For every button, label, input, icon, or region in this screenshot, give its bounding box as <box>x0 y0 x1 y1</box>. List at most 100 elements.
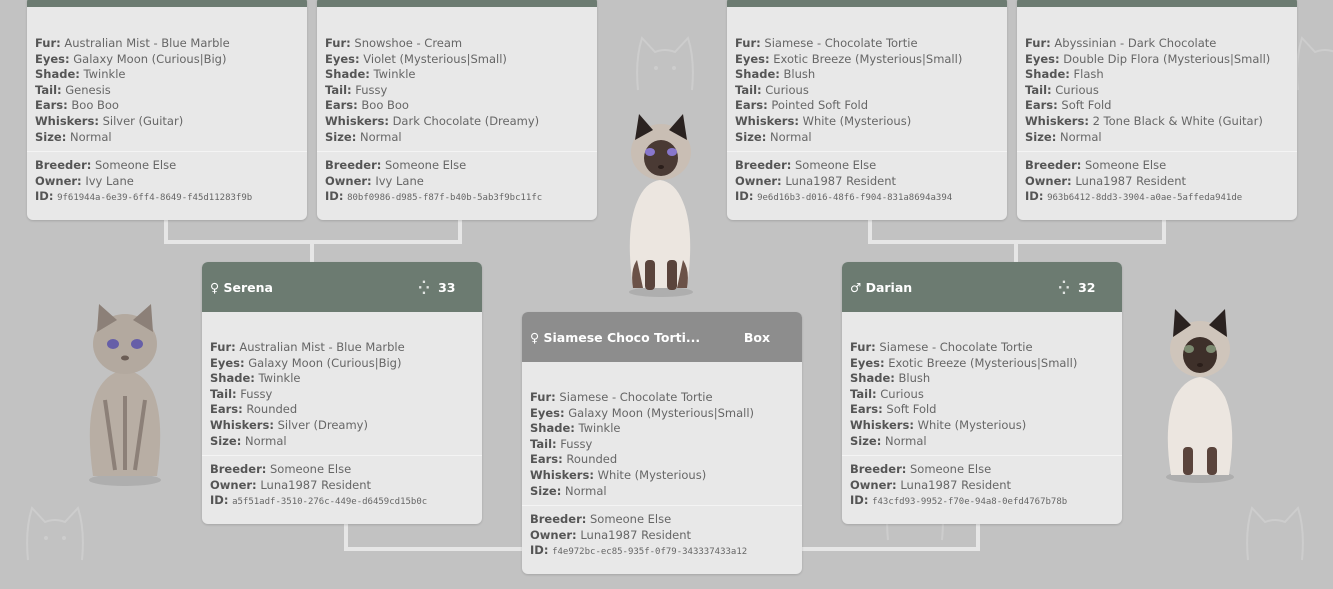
trait-fur: Fur: Siamese - Chocolate Tortie <box>735 36 918 50</box>
breeder: Breeder: Someone Else <box>1025 158 1167 173</box>
card-header[interactable]: ♂ Darian ⁛ 32 <box>842 262 1122 312</box>
trait-eyes: Eyes: Violet (Mysterious|Small) <box>325 51 507 66</box>
owner: Owner: Ivy Lane <box>325 173 424 188</box>
cat-id: ID: a5f51adf-3510-276c-449e-d6459cd15b0c <box>210 493 428 508</box>
traits-section: Fur: Siamese - Chocolate Tortie Eyes: Ga… <box>522 362 802 505</box>
trait-eyes: Eyes: Exotic Breeze (Mysterious|Small) <box>850 355 1078 370</box>
trait-whiskers: Whiskers: Silver (Guitar) <box>35 113 184 128</box>
trait-ears: Ears: Soft Fold <box>850 402 937 417</box>
traits-section: Fur: Abyssinian - Dark Chocolate Eyes: D… <box>1017 7 1297 151</box>
cat-name: ♀ Serena <box>210 279 273 295</box>
child-card[interactable]: ♀ Siamese Choco Torti... Box Fur: Siames… <box>522 312 802 574</box>
meta-section: Breeder: Someone Else Owner: Luna1987 Re… <box>727 151 1007 213</box>
traits-section: Fur: Siamese - Chocolate Tortie Eyes: Ex… <box>727 7 1007 151</box>
owner: Owner: Ivy Lane <box>35 173 134 188</box>
card-header-strip <box>1017 0 1297 7</box>
breeder: Breeder: Someone Else <box>35 158 177 173</box>
pedigree-connector <box>344 547 524 551</box>
trait-whiskers: Whiskers: White (Mysterious) <box>735 113 912 128</box>
meta-section: Breeder: Someone Else Owner: Luna1987 Re… <box>202 455 482 517</box>
breeder: Breeder: Someone Else <box>530 512 672 527</box>
card-header[interactable]: ♀ Siamese Choco Torti... Box <box>522 312 802 362</box>
trait-fur: Fur: Siamese - Chocolate Tortie <box>850 340 1033 354</box>
pedigree-connector <box>458 220 462 242</box>
trait-size: Size: Normal <box>325 129 402 144</box>
cat-id: ID: 9f61944a-6e39-6ff4-8649-f45d11283f9b <box>35 189 253 204</box>
trait-tail: Tail: Fussy <box>325 82 388 97</box>
trait-size: Size: Normal <box>850 433 927 448</box>
grandparent-card-4[interactable]: Fur: Abyssinian - Dark Chocolate Eyes: D… <box>1017 0 1297 220</box>
loading-icon: ⁛ <box>418 279 430 295</box>
traits-section: Fur: Snowshoe - Cream Eyes: Violet (Myst… <box>317 7 597 151</box>
trait-shade: Shade: Twinkle <box>35 67 126 82</box>
meta-section: Breeder: Someone Else Owner: Luna1987 Re… <box>1017 151 1297 213</box>
trait-ears: Ears: Boo Boo <box>325 98 409 113</box>
owner: Owner: Luna1987 Resident <box>210 477 371 492</box>
trait-fur: Fur: Australian Mist - Blue Marble <box>210 340 405 354</box>
grandparent-card-1[interactable]: Fur: Australian Mist - Blue Marble Eyes:… <box>27 0 307 220</box>
trait-size: Size: Normal <box>735 129 812 144</box>
trait-size: Size: Normal <box>1025 129 1102 144</box>
father-cat-image <box>1166 309 1234 483</box>
traits-section: Fur: Siamese - Chocolate Tortie Eyes: Ex… <box>842 312 1122 455</box>
trait-fur: Fur: Snowshoe - Cream <box>325 36 463 50</box>
cat-id: ID: f43cfd93-9952-f70e-94a8-0efd4767b78b <box>850 493 1068 508</box>
trait-size: Size: Normal <box>530 483 607 498</box>
father-card[interactable]: ♂ Darian ⁛ 32 Fur: Siamese - Chocolate T… <box>842 262 1122 524</box>
trait-eyes: Eyes: Exotic Breeze (Mysterious|Small) <box>735 51 963 66</box>
trait-size: Size: Normal <box>35 129 112 144</box>
card-header-strip <box>27 0 307 7</box>
trait-fur: Fur: Australian Mist - Blue Marble <box>35 36 230 50</box>
trait-whiskers: Whiskers: Silver (Dreamy) <box>210 417 368 432</box>
trait-whiskers: Whiskers: Dark Chocolate (Dreamy) <box>325 113 540 128</box>
card-header[interactable]: ♀ Serena ⁛ 33 <box>202 262 482 312</box>
grandparent-card-2[interactable]: Fur: Snowshoe - Cream Eyes: Violet (Myst… <box>317 0 597 220</box>
trait-shade: Shade: Twinkle <box>325 67 416 82</box>
trait-ears: Ears: Pointed Soft Fold <box>735 98 869 113</box>
trait-fur: Fur: Abyssinian - Dark Chocolate <box>1025 36 1217 50</box>
pedigree-connector <box>1162 220 1166 242</box>
pedigree-connector <box>800 547 980 551</box>
trait-shade: Shade: Twinkle <box>530 421 621 436</box>
traits-section: Fur: Australian Mist - Blue Marble Eyes:… <box>27 7 307 151</box>
trait-tail: Tail: Genesis <box>35 82 111 97</box>
trait-shade: Shade: Blush <box>850 371 931 386</box>
pedigree-connector <box>310 242 314 262</box>
background-cat-doodle <box>636 36 694 91</box>
trait-fur: Fur: Siamese - Chocolate Tortie <box>530 390 713 404</box>
breeder: Breeder: Someone Else <box>850 462 992 477</box>
trait-whiskers: Whiskers: White (Mysterious) <box>530 467 707 482</box>
trait-whiskers: Whiskers: White (Mysterious) <box>850 417 1027 432</box>
trait-tail: Tail: Curious <box>850 386 924 401</box>
trait-tail: Tail: Fussy <box>530 436 593 451</box>
status-badge: Box <box>743 329 771 345</box>
card-header-strip <box>727 0 1007 7</box>
trait-eyes: Eyes: Double Dip Flora (Mysterious|Small… <box>1025 51 1271 66</box>
background-cat-doodle <box>26 506 84 561</box>
trait-tail: Tail: Fussy <box>210 386 273 401</box>
trait-whiskers: Whiskers: 2 Tone Black & White (Guitar) <box>1025 113 1263 128</box>
meta-section: Breeder: Someone Else Owner: Luna1987 Re… <box>842 455 1122 517</box>
trait-shade: Shade: Twinkle <box>210 371 301 386</box>
trait-ears: Ears: Rounded <box>530 452 618 467</box>
mother-card[interactable]: ♀ Serena ⁛ 33 Fur: Australian Mist - Blu… <box>202 262 482 524</box>
trait-shade: Shade: Flash <box>1025 67 1104 82</box>
pedigree-connector <box>164 220 168 242</box>
grandparent-card-3[interactable]: Fur: Siamese - Chocolate Tortie Eyes: Ex… <box>727 0 1007 220</box>
trait-size: Size: Normal <box>210 433 287 448</box>
age-badge: ⁛ 33 <box>418 279 456 295</box>
female-icon: ♀ <box>530 329 540 345</box>
breeder: Breeder: Someone Else <box>210 462 352 477</box>
background-cat-doodle <box>1246 506 1304 561</box>
owner: Owner: Luna1987 Resident <box>850 477 1011 492</box>
cat-name: ♂ Darian <box>850 279 913 295</box>
owner: Owner: Luna1987 Resident <box>530 527 691 542</box>
cat-id: ID: 80bf0986-d985-f87f-b40b-5ab3f9bc11fc <box>325 189 543 204</box>
trait-eyes: Eyes: Galaxy Moon (Curious|Big) <box>210 355 402 370</box>
trait-shade: Shade: Blush <box>735 67 816 82</box>
cat-name: ♀ Siamese Choco Torti... <box>530 329 701 345</box>
trait-ears: Ears: Boo Boo <box>35 98 119 113</box>
female-icon: ♀ <box>210 279 220 295</box>
owner: Owner: Luna1987 Resident <box>1025 173 1186 188</box>
breeder: Breeder: Someone Else <box>735 158 877 173</box>
